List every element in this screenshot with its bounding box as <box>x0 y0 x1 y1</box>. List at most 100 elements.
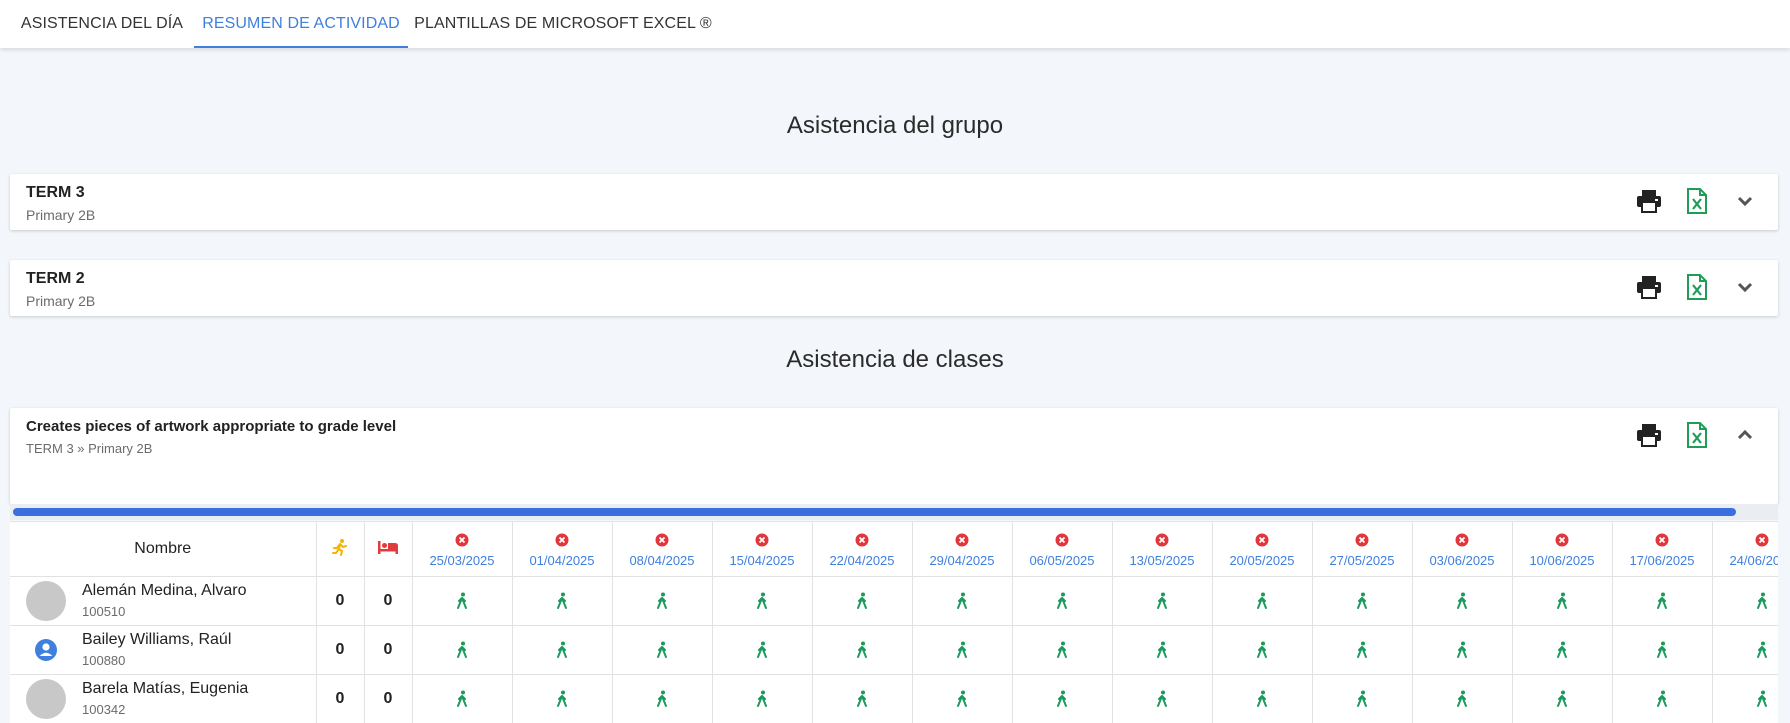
attendance-cell[interactable] <box>1112 675 1212 723</box>
attendance-cell[interactable] <box>612 675 712 723</box>
present-icon <box>1755 592 1769 610</box>
excel-export-button[interactable] <box>1682 420 1712 450</box>
date-column-header[interactable]: 06/05/2025 <box>1012 522 1112 577</box>
class-card[interactable]: Creates pieces of artwork appropriate to… <box>10 408 1778 504</box>
student-cell[interactable]: Bailey Williams, Raúl100880 <box>10 626 316 675</box>
running-person-icon <box>331 538 349 556</box>
attendance-cell[interactable] <box>1512 626 1612 675</box>
expand-button[interactable] <box>1730 272 1760 302</box>
attendance-cell[interactable] <box>512 577 612 626</box>
cancel-session-button[interactable] <box>1513 533 1612 549</box>
attendance-cell[interactable] <box>412 577 512 626</box>
present-icon <box>855 641 869 659</box>
print-button[interactable] <box>1634 186 1664 216</box>
cancel-session-button[interactable] <box>1613 533 1712 549</box>
cancel-session-button[interactable] <box>613 533 712 549</box>
cancel-session-button[interactable] <box>1313 533 1412 549</box>
attendance-cell[interactable] <box>1612 577 1712 626</box>
bed-icon <box>377 539 399 555</box>
attendance-cell[interactable] <box>1412 577 1512 626</box>
attendance-cell[interactable] <box>1312 675 1412 723</box>
attendance-cell[interactable] <box>912 577 1012 626</box>
attendance-cell[interactable] <box>612 577 712 626</box>
attendance-cell[interactable] <box>1212 626 1312 675</box>
tab-resumen-de-actividad[interactable]: RESUMEN DE ACTIVIDAD <box>194 0 408 48</box>
attendance-cell[interactable] <box>1712 675 1778 723</box>
attendance-cell[interactable] <box>512 675 612 723</box>
cancel-session-button[interactable] <box>813 533 912 549</box>
date-column-header[interactable]: 22/04/2025 <box>812 522 912 577</box>
cancel-session-button[interactable] <box>713 533 812 549</box>
date-column-header[interactable]: 29/04/2025 <box>912 522 1012 577</box>
attendance-cell[interactable] <box>412 626 512 675</box>
attendance-cell[interactable] <box>812 626 912 675</box>
term-card[interactable]: TERM 2 Primary 2B <box>10 260 1778 316</box>
date-column-header[interactable]: 03/06/2025 <box>1412 522 1512 577</box>
attendance-cell[interactable] <box>512 626 612 675</box>
attendance-cell[interactable] <box>712 626 812 675</box>
date-column-header[interactable]: 13/05/2025 <box>1112 522 1212 577</box>
date-column-header[interactable]: 17/06/2025 <box>1612 522 1712 577</box>
student-cell[interactable]: Barela Matías, Eugenia100342 <box>10 675 316 723</box>
attendance-cell[interactable] <box>812 577 912 626</box>
cancel-session-button[interactable] <box>1013 533 1112 549</box>
attendance-cell[interactable] <box>1712 626 1778 675</box>
cancel-session-button[interactable] <box>1213 533 1312 549</box>
attendance-cell[interactable] <box>912 626 1012 675</box>
cancel-session-button[interactable] <box>513 533 612 549</box>
student-cell[interactable]: Alemán Medina, Alvaro100510 <box>10 577 316 626</box>
attendance-cell[interactable] <box>412 675 512 723</box>
attendance-cell[interactable] <box>1412 626 1512 675</box>
avatar[interactable] <box>26 679 66 719</box>
date-column-header[interactable]: 15/04/2025 <box>712 522 812 577</box>
attendance-cell[interactable] <box>912 675 1012 723</box>
present-icon <box>1055 641 1069 659</box>
tab-plantillas-excel[interactable]: PLANTILLAS DE MICROSOFT EXCEL ® <box>408 0 718 48</box>
horizontal-scrollbar[interactable] <box>10 504 1778 520</box>
date-column-header[interactable]: 20/05/2025 <box>1212 522 1312 577</box>
print-button[interactable] <box>1634 420 1664 450</box>
name-column-header[interactable]: Nombre <box>10 522 316 577</box>
expand-button[interactable] <box>1730 186 1760 216</box>
date-column-header[interactable]: 25/03/2025 <box>412 522 512 577</box>
scrollbar-thumb[interactable] <box>13 508 1736 516</box>
term-card[interactable]: TERM 3 Primary 2B <box>10 174 1778 230</box>
attendance-cell[interactable] <box>712 577 812 626</box>
collapse-button[interactable] <box>1730 420 1760 450</box>
attendance-cell[interactable] <box>1512 577 1612 626</box>
avatar[interactable] <box>26 630 66 670</box>
cancel-session-button[interactable] <box>1413 533 1512 549</box>
excel-export-button[interactable] <box>1682 186 1712 216</box>
date-column-header[interactable]: 01/04/2025 <box>512 522 612 577</box>
attendance-cell[interactable] <box>1512 675 1612 723</box>
cancel-session-button[interactable] <box>1113 533 1212 549</box>
date-column-header[interactable]: 27/05/2025 <box>1312 522 1412 577</box>
attendance-cell[interactable] <box>1212 675 1312 723</box>
print-button[interactable] <box>1634 272 1664 302</box>
attendance-cell[interactable] <box>812 675 912 723</box>
attendance-cell[interactable] <box>1012 577 1112 626</box>
attendance-cell[interactable] <box>1412 675 1512 723</box>
attendance-cell[interactable] <box>1612 626 1712 675</box>
attendance-cell[interactable] <box>1212 577 1312 626</box>
attendance-cell[interactable] <box>1312 577 1412 626</box>
date-column-header[interactable]: 10/06/2025 <box>1512 522 1612 577</box>
cancel-session-button[interactable] <box>1713 533 1779 549</box>
cancel-session-button[interactable] <box>913 533 1012 549</box>
attendance-cell[interactable] <box>1312 626 1412 675</box>
attendance-cell[interactable] <box>1012 626 1112 675</box>
avatar[interactable] <box>26 581 66 621</box>
attendance-cell[interactable] <box>1112 626 1212 675</box>
attendance-cell[interactable] <box>1612 675 1712 723</box>
present-icon <box>555 641 569 659</box>
attendance-cell[interactable] <box>1712 577 1778 626</box>
tab-asistencia-del-dia[interactable]: ASISTENCIA DEL DÍA <box>10 0 194 48</box>
date-column-header[interactable]: 24/06/2025 <box>1712 522 1778 577</box>
cancel-session-button[interactable] <box>413 533 512 549</box>
excel-export-button[interactable] <box>1682 272 1712 302</box>
attendance-cell[interactable] <box>1012 675 1112 723</box>
attendance-cell[interactable] <box>712 675 812 723</box>
attendance-cell[interactable] <box>1112 577 1212 626</box>
date-column-header[interactable]: 08/04/2025 <box>612 522 712 577</box>
attendance-cell[interactable] <box>612 626 712 675</box>
